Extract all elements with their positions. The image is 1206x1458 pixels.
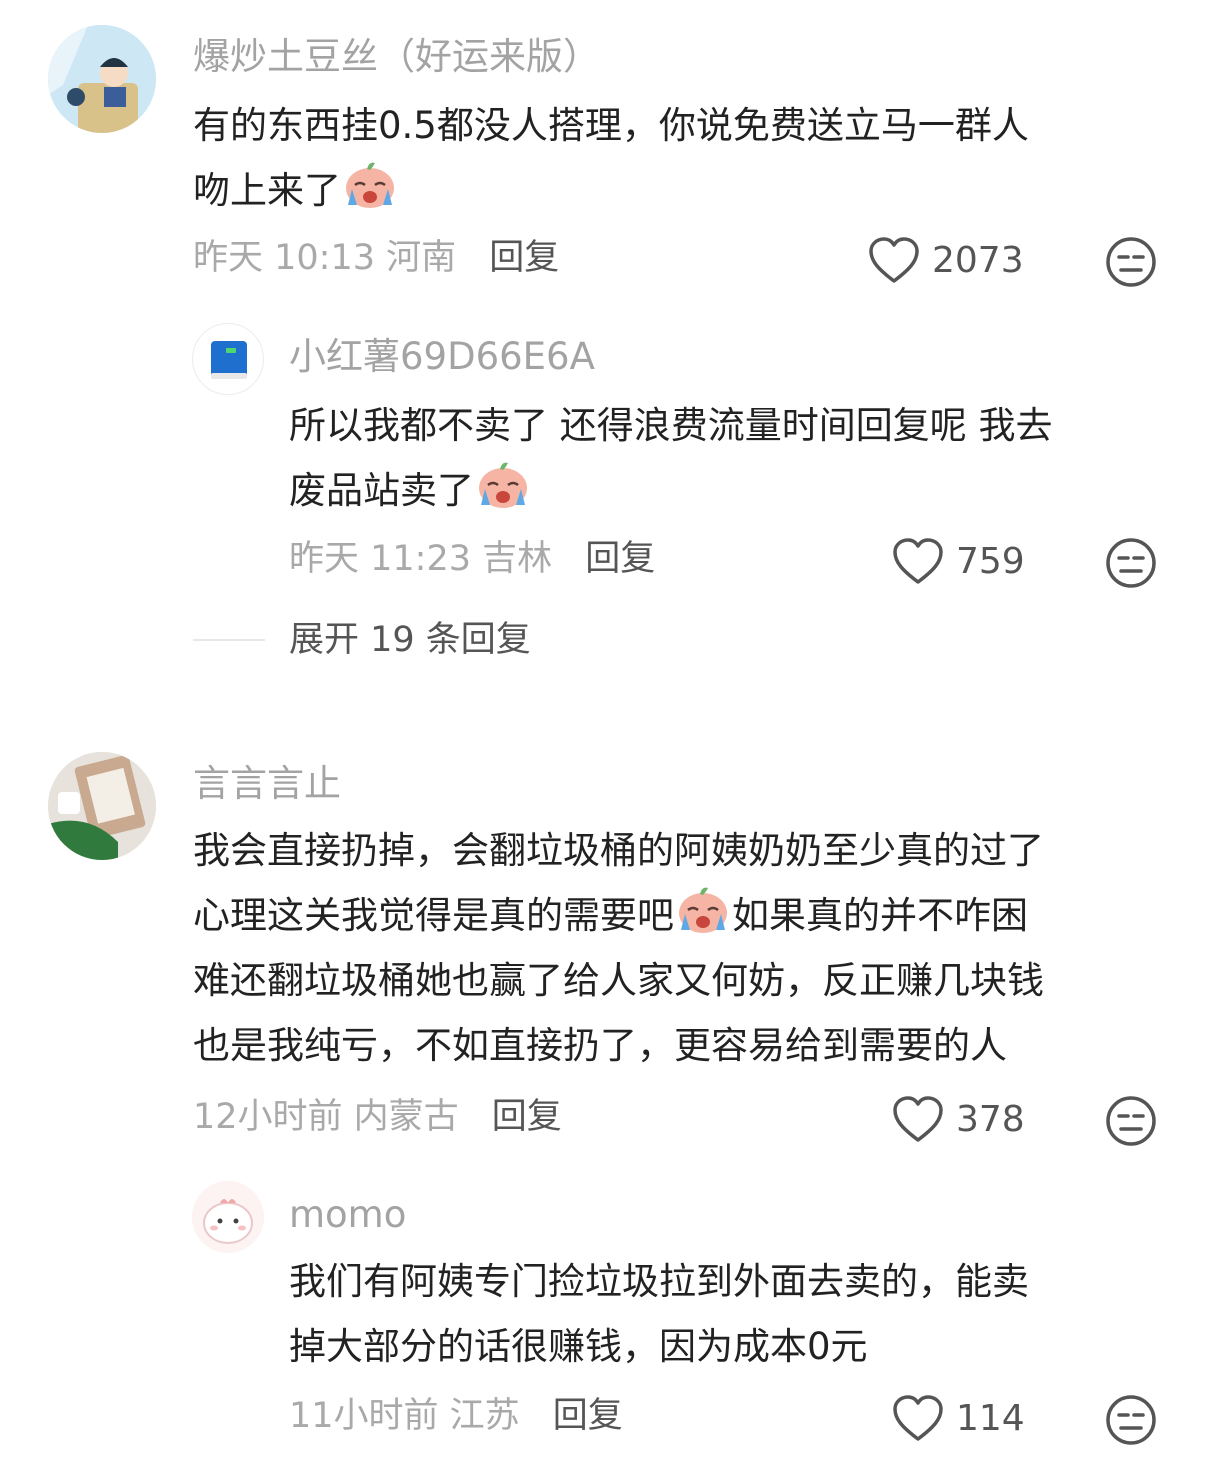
avatar-image [192,1181,264,1253]
dislike-icon[interactable] [1105,537,1157,593]
expand-replies-button[interactable]: 展开 19 条回复 [289,623,531,658]
avatar[interactable] [48,25,156,133]
reply-button[interactable]: 回复 [553,1396,623,1436]
reply-text: 我们有阿姨专门捡垃圾拉到外面去卖的，能卖 掉大部分的话很赚钱，因为成本0元 [289,1249,1029,1379]
comment-line: 难还翻垃圾桶她也赢了给人家又何妨，反正赚几块钱 [193,959,1044,1002]
expand-divider [193,639,265,641]
like-count: 2073 [932,240,1024,281]
time-location: 11小时前 江苏 [289,1396,520,1436]
heart-icon [893,1395,943,1441]
dislike-icon[interactable] [1105,1394,1157,1450]
reply-line: 掉大部分的话很赚钱，因为成本0元 [289,1325,868,1368]
reply-button[interactable]: 回复 [489,238,559,278]
reply-button[interactable]: 回复 [492,1097,562,1137]
reply-meta: 11小时前 江苏 回复 [289,1399,623,1434]
time-location: 12小时前 内蒙古 [193,1097,459,1137]
dislike-icon[interactable] [1105,1095,1157,1151]
comment-text: 我会直接扔掉，会翻垃圾桶的阿姨奶奶至少真的过了 心理这关我觉得是真的需要吧 如果真… [193,818,1044,1078]
reply-text: 所以我都不卖了 还得浪费流量时间回复呢 我去 废品站卖了 [289,393,1053,523]
like-button[interactable]: 759 [892,537,1025,587]
reply-line: 废品站卖了 [289,458,1053,523]
reply-line: 所以我都不卖了 还得浪费流量时间回复呢 我去 [289,404,1053,447]
avatar[interactable] [48,752,156,860]
avatar[interactable] [192,323,264,395]
like-count: 759 [956,541,1025,582]
comment-line: 也是我纯亏，不如直接扔了，更容易给到需要的人 [193,1024,1007,1067]
meh-face-icon [1106,1096,1156,1146]
reply-username[interactable]: 小红薯69D66E6A [289,338,595,375]
comment-meta: 昨天 10:13 河南 回复 [193,241,559,276]
comment-line: 吻上来了 [193,158,1029,223]
like-button[interactable]: 378 [892,1095,1025,1145]
avatar-image [48,25,156,133]
comment-item: 言言言止 我会直接扔掉，会翻垃圾桶的阿姨奶奶至少真的过了 心理这关我觉得是真的需… [0,740,1206,1458]
comment-username[interactable]: 爆炒土豆丝（好运来版） [193,38,600,75]
comment-line: 有的东西挂0.5都没人搭理，你说免费送立马一群人 [193,104,1029,147]
like-count: 114 [956,1398,1025,1439]
avatar[interactable] [192,1181,264,1253]
comment-username[interactable]: 言言言止 [193,765,341,802]
crying-face-emoji [679,887,727,933]
like-button[interactable]: 114 [892,1394,1025,1444]
comment-line: 我会直接扔掉，会翻垃圾桶的阿姨奶奶至少真的过了 [193,829,1044,872]
time-location: 昨天 10:13 河南 [193,238,457,278]
comment-meta: 12小时前 内蒙古 回复 [193,1100,562,1135]
reply-button[interactable]: 回复 [585,539,655,579]
comment-text: 有的东西挂0.5都没人搭理，你说免费送立马一群人 吻上来了 [193,93,1029,223]
crying-face-emoji [346,162,394,208]
comment-item: 爆炒土豆丝（好运来版） 有的东西挂0.5都没人搭理，你说免费送立马一群人 吻上来… [0,0,1206,690]
avatar-image [48,752,156,860]
meh-face-icon [1106,538,1156,588]
reply-line: 我们有阿姨专门捡垃圾拉到外面去卖的，能卖 [289,1260,1029,1303]
like-count: 378 [956,1099,1025,1140]
book-icon [211,341,247,379]
reply-meta: 昨天 11:23 吉林 回复 [289,542,655,577]
heart-icon [893,1096,943,1142]
heart-icon [869,237,919,283]
meh-face-icon [1106,1395,1156,1445]
like-button[interactable]: 2073 [868,236,1024,286]
time-location: 昨天 11:23 吉林 [289,539,553,579]
dislike-icon[interactable] [1105,236,1157,292]
comment-line: 心理这关我觉得是真的需要吧 如果真的并不咋困 [193,883,1044,948]
heart-icon [893,538,943,584]
crying-face-emoji [479,462,527,508]
reply-username[interactable]: momo [289,1196,406,1233]
meh-face-icon [1106,237,1156,287]
